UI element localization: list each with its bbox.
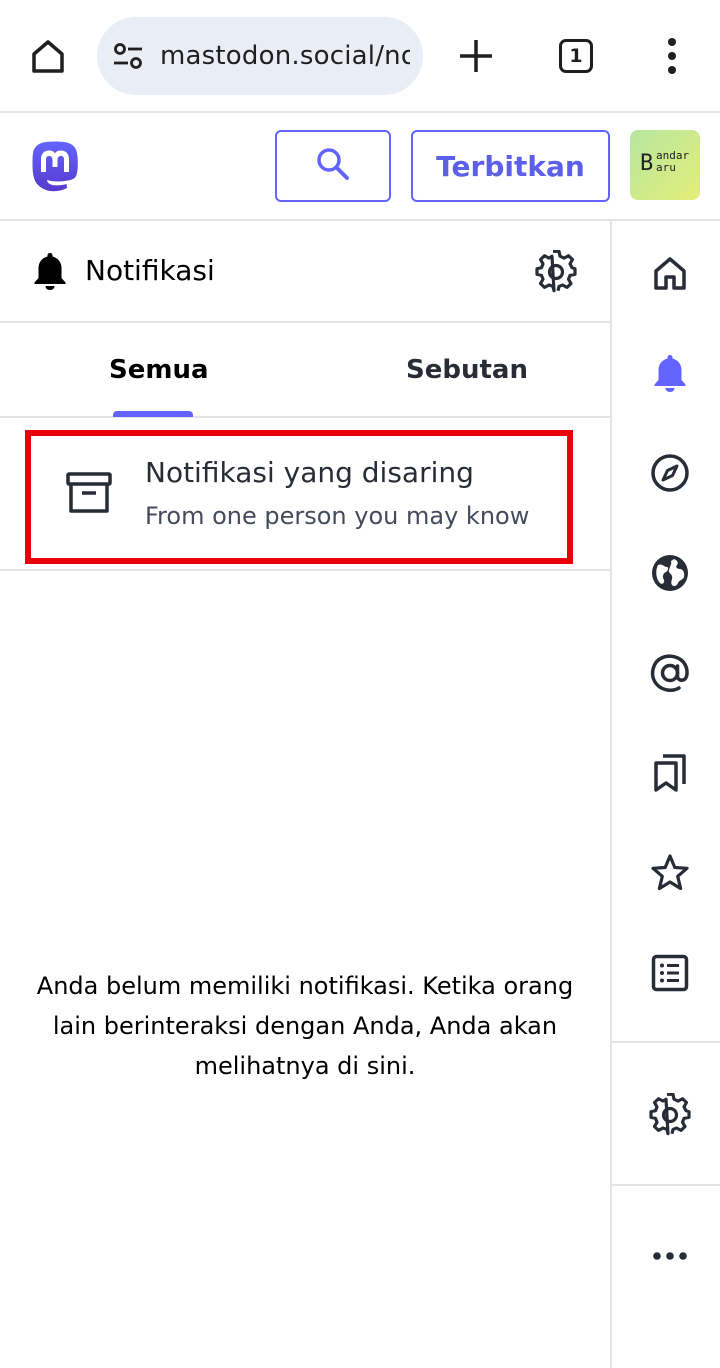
nav-rail [610,221,720,1368]
notification-tabs: Semua Sebutan [0,323,610,418]
mastodon-logo-icon[interactable] [30,141,80,193]
filtered-notifications-banner[interactable]: Notifikasi yang disaring From one person… [0,418,610,571]
avatar[interactable]: B andar aru [630,130,700,200]
list-icon[interactable] [648,951,692,995]
bell-icon [32,251,68,291]
at-icon[interactable] [648,651,692,695]
avatar-text-line2: aru [656,161,676,174]
avatar-letter: B [640,151,654,176]
star-icon[interactable] [648,851,692,895]
bookmarks-icon[interactable] [648,751,692,795]
more-vert-icon[interactable] [648,32,696,80]
bell-icon[interactable] [648,351,692,395]
archive-icon [65,469,113,517]
search-icon [315,146,351,186]
tab-all[interactable]: Semua [109,353,209,387]
gear-icon[interactable] [534,249,578,294]
filtered-subtitle: From one person you may know [145,502,530,530]
more-icon[interactable] [648,1234,692,1278]
tab-mentions[interactable]: Sebutan [406,353,528,387]
url-text[interactable]: mastodon.social/no [160,39,410,73]
gear-icon[interactable] [648,1093,692,1137]
browser-toolbar: mastodon.social/no 1 [0,0,720,113]
globe-icon[interactable] [648,551,692,595]
search-button[interactable] [275,130,391,202]
address-bar[interactable]: mastodon.social/no [97,17,423,95]
page-title: Notifikasi [85,254,215,287]
site-settings-icon[interactable] [111,39,145,73]
tab-switcher-button[interactable]: 1 [552,32,600,80]
publish-button[interactable]: Terbitkan [411,130,610,202]
notifications-column: Notifikasi Semua Sebutan Notifikasi yang… [0,221,610,1368]
new-tab-icon[interactable] [452,32,500,80]
home-icon[interactable] [648,251,692,295]
rail-divider [612,1041,720,1043]
filtered-title: Notifikasi yang disaring [145,456,474,489]
tab-count: 1 [559,39,593,73]
empty-state-message: Anda belum memiliki notifikasi. Ketika o… [36,972,574,1080]
active-tab-indicator [113,411,193,417]
app-header: Terbitkan B andar aru [0,113,720,221]
rail-divider [612,1184,720,1186]
column-header: Notifikasi [0,221,610,323]
home-icon[interactable] [24,32,72,80]
compass-icon[interactable] [648,451,692,495]
